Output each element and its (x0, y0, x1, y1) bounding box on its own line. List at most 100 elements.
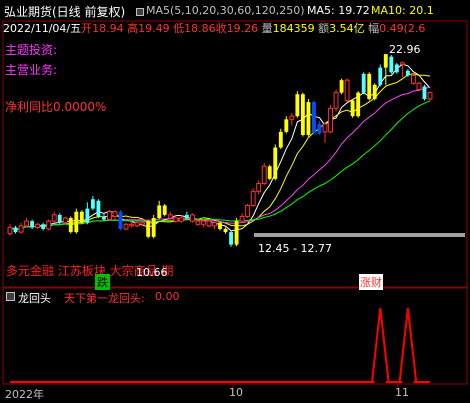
volume-label: 量 (261, 22, 273, 35)
candle-body (35, 223, 41, 228)
candle-body (157, 205, 162, 218)
ma10-value: MA10: 20.1 (371, 4, 434, 17)
price-range-band (254, 233, 465, 237)
candle-body (79, 211, 84, 223)
candle-body (328, 107, 333, 133)
high-label: 高 (127, 22, 139, 35)
candle-body (30, 221, 35, 228)
close-label: 收 (215, 22, 227, 35)
open-label: 开 (81, 22, 93, 35)
ma-toggle-icon[interactable] (136, 8, 144, 16)
candle-body (51, 214, 57, 222)
volume-value: 184359 (272, 22, 315, 35)
checkbox-icon[interactable] (6, 292, 15, 301)
candle-body (427, 92, 433, 100)
candle-body (229, 232, 233, 245)
candle-body (339, 80, 344, 93)
x-axis-nov: 11 (395, 386, 409, 399)
candle-body (239, 215, 245, 222)
candle-body (102, 216, 106, 220)
candle-body (41, 224, 46, 229)
candle-body (206, 220, 212, 227)
candle-body (178, 217, 184, 222)
candle-body (367, 73, 372, 99)
candle-body (250, 190, 256, 206)
candle-body (18, 225, 24, 233)
main-chart-frame (2, 20, 468, 288)
candle-body (422, 86, 427, 99)
candle-body (372, 84, 377, 99)
candle-body (344, 79, 350, 101)
candle-body (361, 73, 366, 93)
candle-body (378, 67, 383, 85)
theme-investment-label: 主题投资: (5, 43, 58, 57)
candle-body (212, 222, 217, 227)
low-value: 18.86 (184, 22, 216, 35)
candle-body (62, 217, 68, 224)
candle-body (200, 220, 206, 225)
candle-body (96, 200, 101, 217)
earnings-tag[interactable]: 涨财 (359, 274, 383, 290)
candle-body (333, 92, 339, 109)
candle-body (151, 218, 156, 237)
candle-body (300, 94, 305, 135)
low-price-mark: 10.66 (136, 266, 168, 279)
candle-body (184, 214, 189, 218)
candle-body (195, 220, 201, 225)
amount-label: 额 (318, 22, 330, 35)
candle-body (261, 165, 267, 185)
candle-body (118, 211, 123, 229)
high-price-mark: 22.96 (389, 43, 421, 56)
indicator-label: 天下第一龙回头: (64, 292, 145, 305)
indicator-value: 0.00 (155, 290, 180, 303)
dragon-signal-line (10, 307, 430, 383)
candle-body (46, 220, 52, 230)
signal-line (10, 307, 430, 383)
stock-title: 弘业期货(日线 前复权) (4, 5, 126, 19)
candle-body (173, 217, 179, 222)
candle-body (134, 222, 140, 227)
ma5-line (9, 63, 431, 232)
candle-body (312, 102, 316, 134)
candle-body (90, 199, 95, 209)
candle-body (394, 64, 399, 73)
candle-body (322, 123, 328, 133)
candle-body (167, 214, 173, 219)
ma-params: MA5(5,10,20,30,60,120,250) (146, 4, 305, 17)
ma5-value: MA5: 19.72 (307, 4, 370, 17)
candle-body (399, 62, 405, 65)
range-price-mark: 12.45 - 12.77 (258, 242, 332, 255)
candle-body (85, 208, 90, 223)
candle-body (218, 222, 222, 229)
x-axis-oct: 10 (229, 386, 243, 399)
candle-body (7, 226, 13, 235)
candle-body (223, 228, 228, 233)
amount-value: 3.54亿 (329, 22, 365, 35)
candle-body (234, 221, 239, 245)
quote-info-line: 2022/11/04/五开18.94 高19.49 低18.86收19.26 量… (3, 20, 425, 36)
ma30-line (9, 100, 431, 231)
close-value: 19.26 (226, 22, 259, 35)
candle-body (107, 211, 112, 221)
stock-chart-canvas (2, 20, 468, 392)
candle-body (284, 119, 289, 132)
candle-body (267, 166, 272, 179)
candle-body (162, 205, 167, 215)
candle-body (350, 100, 355, 117)
candle-body (389, 56, 394, 73)
candle-body (74, 211, 79, 233)
candle-body (189, 214, 195, 222)
candle-body (278, 131, 283, 148)
quote-date: 2022/11/04/五 (3, 22, 82, 35)
candle-body (13, 227, 18, 233)
main-business-label: 主营业务: (5, 63, 58, 77)
candle-body (129, 223, 135, 227)
candle-body (140, 222, 146, 225)
candle-body (57, 214, 62, 223)
candle-body (416, 82, 422, 91)
net-profit-yoy: 净利同比0.0000% (5, 100, 107, 114)
candle-body (273, 147, 278, 179)
die-tag[interactable]: 跌 (95, 274, 110, 290)
candle-body (383, 54, 388, 68)
change-label: 幅 (368, 22, 380, 35)
